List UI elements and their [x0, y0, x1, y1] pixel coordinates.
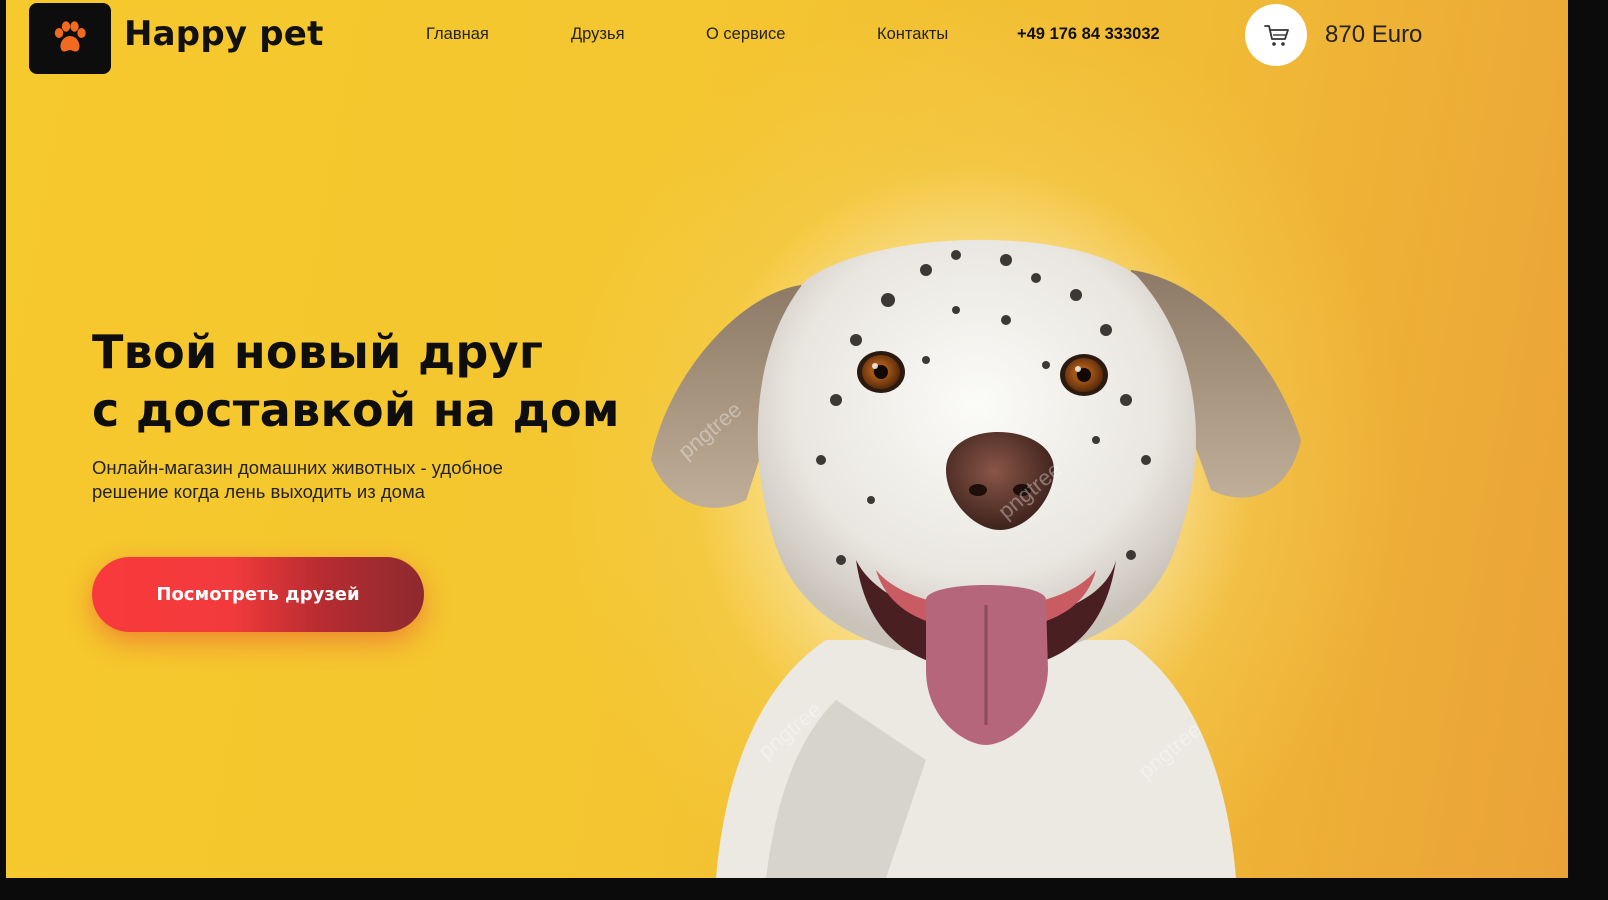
- hero-subtitle: Онлайн-магазин домашних животных - удобн…: [92, 457, 503, 502]
- cart-icon: [1264, 25, 1289, 46]
- brand-name[interactable]: Happy pet: [124, 14, 324, 54]
- view-friends-button[interactable]: Посмотреть друзей: [92, 557, 424, 632]
- nav-home[interactable]: Главная: [426, 25, 489, 44]
- paw-icon: [54, 21, 86, 52]
- hero-dog-image: pngtree pngtree pngtree pngtree: [651, 239, 1301, 878]
- cart-button[interactable]: [1245, 4, 1307, 66]
- logo[interactable]: [29, 3, 111, 74]
- hero-title-line: с доставкой на дом: [92, 383, 620, 437]
- phone-link[interactable]: +49 176 84 333032: [1017, 25, 1160, 44]
- nav-contacts[interactable]: Контакты: [877, 25, 948, 44]
- cart-total: 870 Euro: [1325, 21, 1423, 48]
- landing-page: Happy pet Главная Друзья О сервисе Конта…: [6, 0, 1568, 878]
- hero-title-line: Твой новый друг: [92, 325, 544, 379]
- nav-friends[interactable]: Друзья: [571, 25, 625, 44]
- site-header: Happy pet Главная Друзья О сервисе Конта…: [6, 0, 1568, 78]
- hero-title: Твой новый друг с доставкой на дом: [92, 323, 620, 439]
- nav-about[interactable]: О сервисе: [706, 25, 785, 44]
